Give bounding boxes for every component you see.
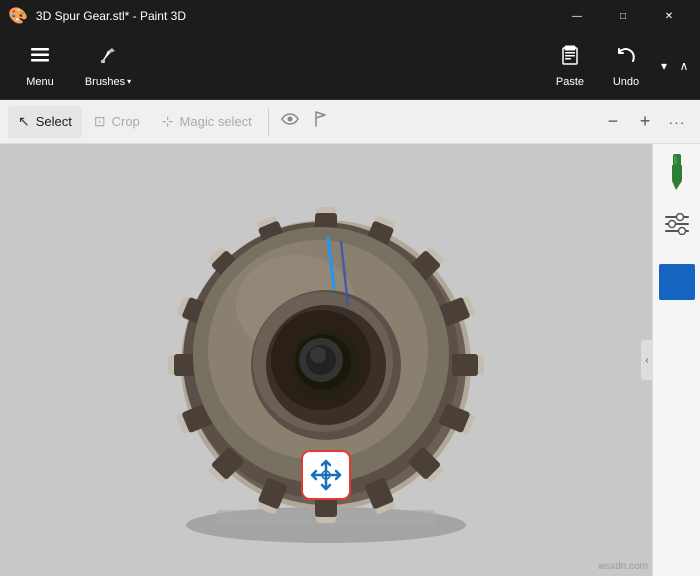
collapse-arrow-icon: ‹ [645,355,648,366]
titlebar-title: 3D Spur Gear.stl* - Paint 3D [36,9,186,23]
titlebar-controls: — □ ✕ [554,0,692,32]
minimize-icon: — [572,11,582,22]
sidebar-collapse-button[interactable]: ‹ [641,340,653,380]
titlebar-left: 🎨 3D Spur Gear.stl* - Paint 3D [8,6,186,26]
expand-icon: ▾ [661,59,667,73]
crop-label: Crop [112,114,140,129]
settings-tool[interactable] [657,204,697,244]
titlebar: 🎨 3D Spur Gear.stl* - Paint 3D — □ ✕ [0,0,700,32]
toolbar-expand-button[interactable]: ▾ [656,36,672,96]
crop-button[interactable]: ⊡ Crop [84,106,150,138]
magic-select-icon: ⊹ [162,113,174,130]
zoom-out-button[interactable]: − [598,107,628,137]
paste-label: Paste [556,76,584,88]
paste-icon [559,44,581,72]
paste-button[interactable]: Paste [544,36,596,96]
minimize-button[interactable]: — [554,0,600,32]
canvas-area[interactable]: wsxdn.com [0,144,652,576]
close-icon: ✕ [665,11,673,22]
flag-icon [313,110,331,133]
plus-icon: + [640,111,651,132]
select-icon: ↖ [18,113,30,130]
magic-select-label: Magic select [180,114,252,129]
brushes-icon [97,44,119,72]
undo-label: Undo [613,76,639,88]
more-icon: ··· [669,114,686,130]
marker-tool[interactable] [657,152,697,192]
panorama-icon [280,111,300,132]
menu-button[interactable]: Menu [8,36,72,96]
zoom-in-button[interactable]: + [630,107,660,137]
crop-icon: ⊡ [94,113,106,130]
magic-select-button[interactable]: ⊹ Magic select [152,106,262,138]
flag-button[interactable] [307,107,337,137]
color-swatch[interactable] [659,264,695,300]
close-button[interactable]: ✕ [646,0,692,32]
collapse-icon: ∧ [680,59,689,73]
menu-icon [29,44,51,72]
select-label: Select [36,114,72,129]
gear-container [0,144,652,576]
undo-icon [615,44,637,72]
minus-icon: − [608,111,619,132]
maximize-icon: □ [620,11,626,22]
sidebar: ‹ [652,144,700,576]
toolbar: Menu Brushes ▾ Paste [0,32,700,100]
toolbar-collapse-button[interactable]: ∧ [676,36,692,96]
panorama-button[interactable] [275,107,305,137]
app-icon: 🎨 [8,6,28,26]
brushes-button[interactable]: Brushes ▾ [76,36,140,96]
commandbar-divider [268,108,269,136]
more-button[interactable]: ··· [662,107,692,137]
undo-button[interactable]: Undo [600,36,652,96]
select-button[interactable]: ↖ Select [8,106,82,138]
watermark: wsxdn.com [598,561,648,572]
menu-label: Menu [26,76,54,88]
brushes-label: Brushes ▾ [85,76,131,88]
maximize-button[interactable]: □ [600,0,646,32]
main: wsxdn.com ‹ [0,144,700,576]
commandbar: ↖ Select ⊡ Crop ⊹ Magic select − + ··· [0,100,700,144]
